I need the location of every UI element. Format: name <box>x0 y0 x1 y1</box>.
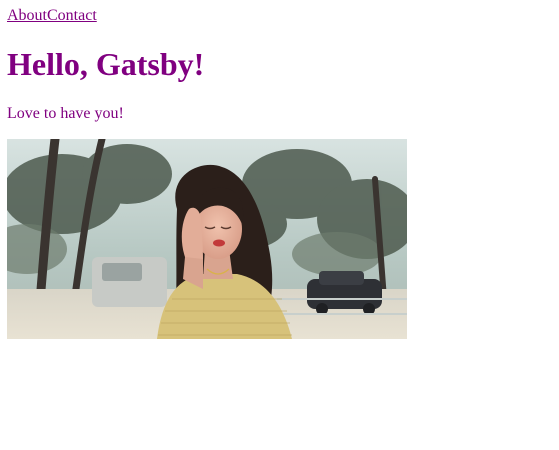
page-title: Hello, Gatsby! <box>7 46 205 82</box>
hero-photo-illustration <box>7 139 407 339</box>
nav-link-about[interactable]: About <box>7 7 47 24</box>
page: AboutContact Hello, Gatsby! Love to have… <box>0 0 559 450</box>
top-nav: AboutContact <box>7 6 97 26</box>
hero-image <box>7 139 407 339</box>
nav-link-contact[interactable]: Contact <box>47 7 97 24</box>
page-tagline: Love to have you! <box>7 105 124 122</box>
